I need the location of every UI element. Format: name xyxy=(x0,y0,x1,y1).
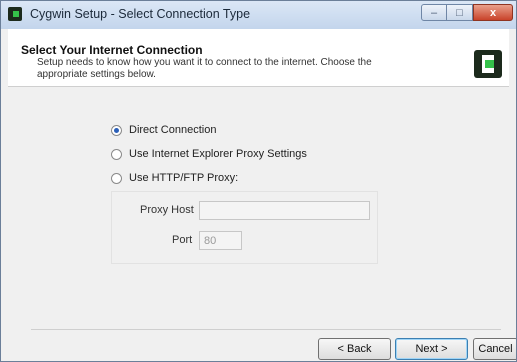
option-ie-proxy[interactable]: Use Internet Explorer Proxy Settings xyxy=(111,148,307,160)
next-button[interactable]: Next > xyxy=(395,338,468,360)
setup-window: Cygwin Setup - Select Connection Type – … xyxy=(0,0,517,362)
footer-divider xyxy=(31,329,501,330)
page-description: Setup needs to know how you want it to c… xyxy=(37,57,372,80)
option-label: Use HTTP/FTP Proxy: xyxy=(129,172,239,185)
proxy-host-input[interactable] xyxy=(199,201,370,220)
title-bar[interactable]: Cygwin Setup - Select Connection Type – … xyxy=(1,1,516,29)
cancel-button[interactable]: Cancel xyxy=(473,338,516,360)
logo-accent xyxy=(485,60,494,68)
back-button[interactable]: < Back xyxy=(318,338,391,360)
option-label: Use Internet Explorer Proxy Settings xyxy=(129,148,307,161)
close-button[interactable]: x xyxy=(473,4,513,21)
port-input[interactable]: 80 xyxy=(199,231,242,250)
option-label: Direct Connection xyxy=(129,124,217,137)
radio-direct-connection[interactable] xyxy=(111,124,122,136)
radio-ie-proxy[interactable] xyxy=(111,148,122,160)
cygwin-logo xyxy=(474,50,502,78)
option-direct-connection[interactable]: Direct Connection xyxy=(111,124,216,136)
option-http-ftp-proxy[interactable]: Use HTTP/FTP Proxy: xyxy=(111,172,238,184)
maximize-button[interactable]: □ xyxy=(447,4,473,21)
connection-options-area: Direct Connection Use Internet Explorer … xyxy=(8,87,509,327)
proxy-host-label: Proxy Host xyxy=(140,204,194,216)
port-label: Port xyxy=(172,234,193,246)
radio-http-ftp-proxy[interactable] xyxy=(111,172,122,184)
page-title: Select Your Internet Connection xyxy=(21,43,203,57)
cygwin-app-icon xyxy=(8,7,22,21)
minimize-button[interactable]: – xyxy=(421,4,447,21)
proxy-settings-group: Proxy Host Port 80 xyxy=(111,191,378,264)
window-title: Cygwin Setup - Select Connection Type xyxy=(30,7,251,21)
wizard-header: Select Your Internet Connection Setup ne… xyxy=(8,29,509,87)
